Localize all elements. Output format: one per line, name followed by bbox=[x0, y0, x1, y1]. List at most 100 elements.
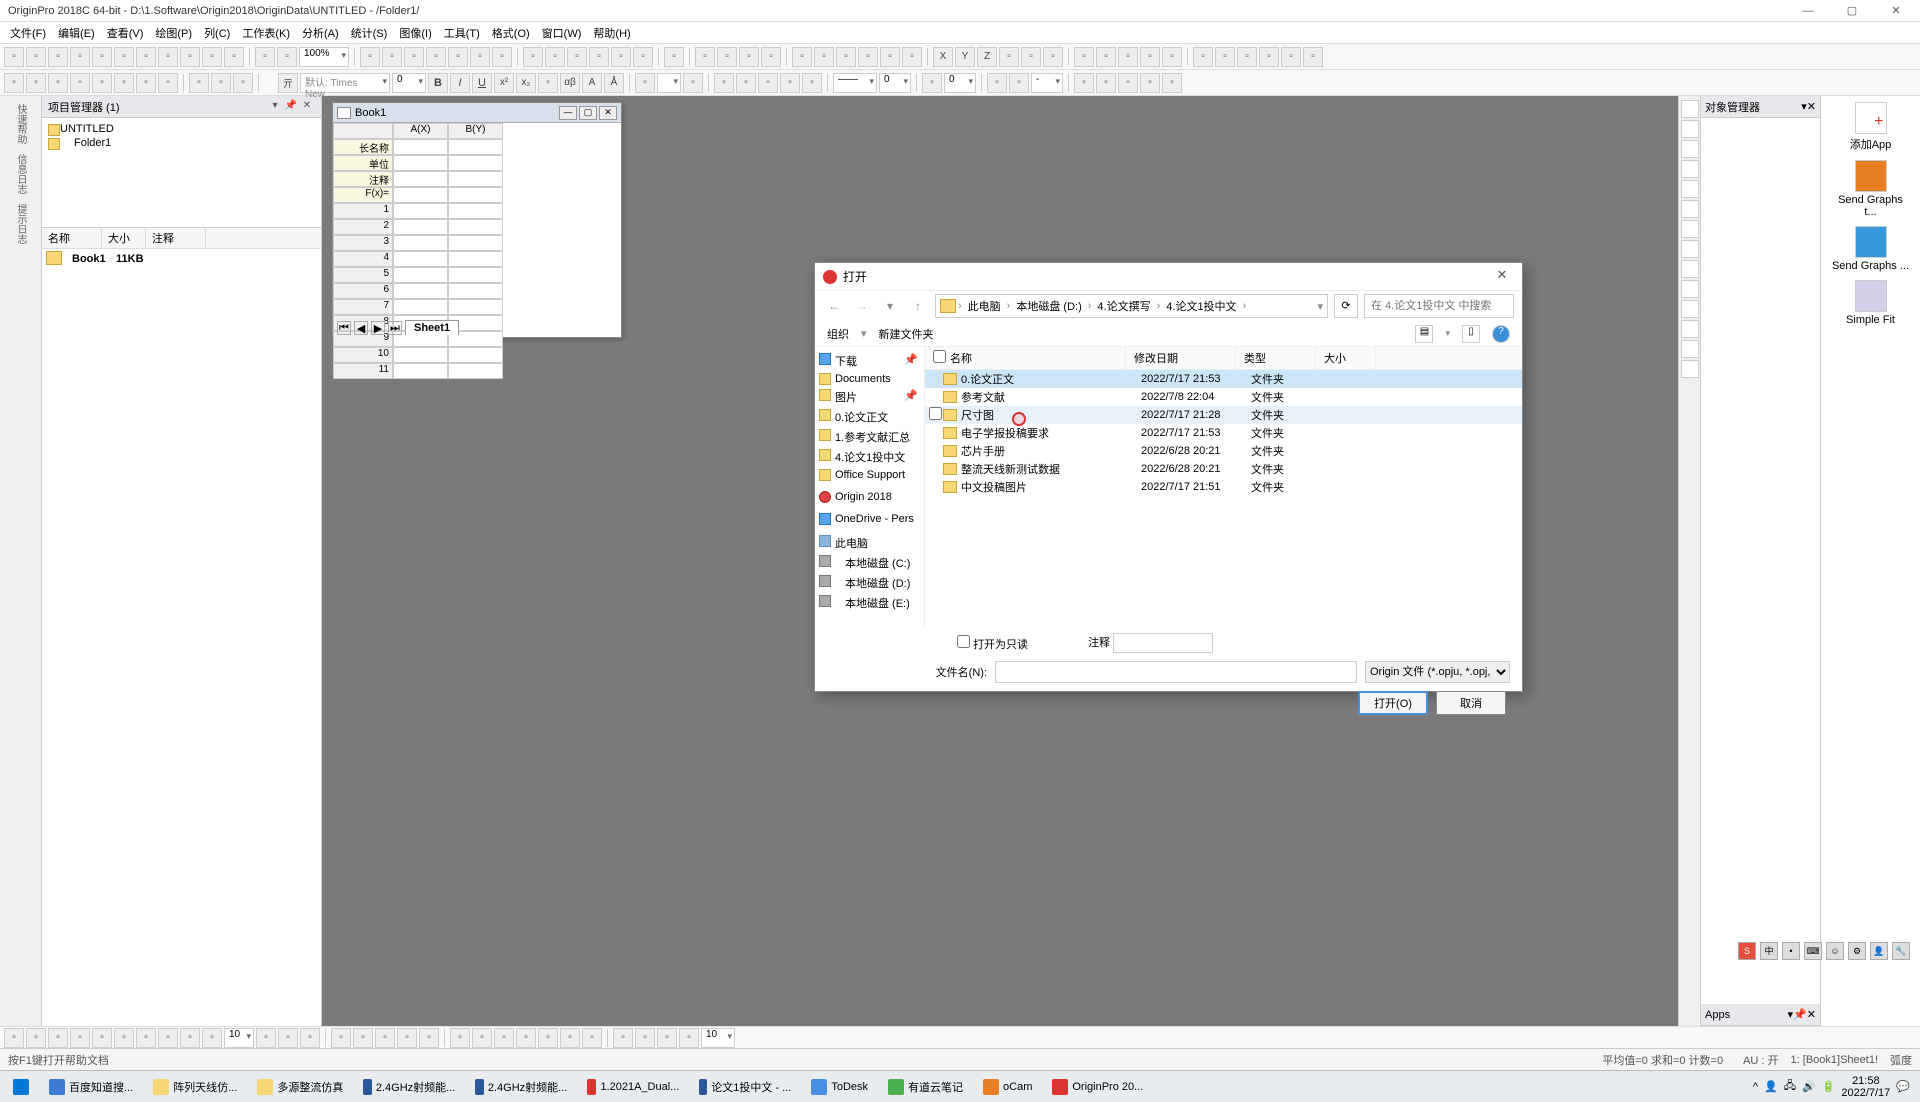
tb-btn4[interactable]: ▫ bbox=[70, 47, 90, 67]
nav-up-icon[interactable]: ↑ bbox=[907, 295, 929, 317]
tb2-5[interactable]: ▫ bbox=[92, 73, 112, 93]
col-date[interactable]: 修改日期 bbox=[1126, 347, 1236, 369]
sb-downloads[interactable]: 下载📌 bbox=[815, 351, 924, 371]
bc-drive[interactable]: 本地磁盘 (D:) bbox=[1012, 298, 1085, 314]
bt-24[interactable]: ▫ bbox=[560, 1028, 580, 1048]
combo4[interactable]: - bbox=[1031, 73, 1063, 93]
rt-btn9[interactable] bbox=[1681, 260, 1699, 278]
tb2-h2[interactable]: ▫ bbox=[987, 73, 1007, 93]
menu-image[interactable]: 图像(I) bbox=[393, 23, 437, 43]
rt-btn2[interactable] bbox=[1681, 120, 1699, 138]
tb-print-icon[interactable]: ▫ bbox=[224, 47, 244, 67]
tb-btn25[interactable]: ▫ bbox=[633, 47, 653, 67]
bt-12[interactable]: ▫ bbox=[278, 1028, 298, 1048]
tb-y-icon[interactable]: Y bbox=[955, 47, 975, 67]
tb-btn33[interactable]: ▫ bbox=[836, 47, 856, 67]
tb-btn50[interactable]: ▫ bbox=[1237, 47, 1257, 67]
bt-3[interactable]: ▫ bbox=[48, 1028, 68, 1048]
vlabel-info[interactable]: 信息日志 bbox=[13, 150, 28, 198]
sogou-icon[interactable]: S bbox=[1738, 942, 1756, 960]
bt-18[interactable]: ▫ bbox=[419, 1028, 439, 1048]
tb-btn17[interactable]: ▫ bbox=[448, 47, 468, 67]
bt-7[interactable]: ▫ bbox=[136, 1028, 156, 1048]
menu-file[interactable]: 文件(F) bbox=[4, 23, 52, 43]
task-ocam[interactable]: oCam bbox=[974, 1073, 1041, 1101]
bt-8[interactable]: ▫ bbox=[158, 1028, 178, 1048]
tb-btn19[interactable]: ▫ bbox=[492, 47, 512, 67]
rt-btn8[interactable] bbox=[1681, 240, 1699, 258]
tb-btn24[interactable]: ▫ bbox=[611, 47, 631, 67]
filename-input[interactable] bbox=[995, 661, 1357, 683]
font-combo[interactable]: 默认: Times New bbox=[300, 73, 390, 93]
tb2-4[interactable]: ▫ bbox=[70, 73, 90, 93]
task-folder1[interactable]: 阵列天线仿... bbox=[144, 1073, 246, 1101]
task-origin[interactable]: OriginPro 20... bbox=[1043, 1073, 1152, 1101]
tb-btn18[interactable]: ▫ bbox=[470, 47, 490, 67]
tb-btn41[interactable]: ▫ bbox=[1021, 47, 1041, 67]
tray-up-icon[interactable]: ^ bbox=[1753, 1081, 1758, 1093]
rt-btn13[interactable] bbox=[1681, 340, 1699, 358]
sb-drive-d[interactable]: 本地磁盘 (D:) bbox=[815, 573, 924, 593]
tab-nav-next[interactable]: ▶ bbox=[371, 321, 385, 335]
col-size[interactable]: 大小 bbox=[1316, 347, 1376, 369]
app-simplefit[interactable]: Simple Fit bbox=[1831, 280, 1911, 326]
tb-open-icon[interactable]: ▫ bbox=[26, 47, 46, 67]
sb-documents[interactable]: Documents bbox=[815, 371, 924, 387]
tb-btn7[interactable]: ▫ bbox=[136, 47, 156, 67]
tb2-8[interactable]: ▫ bbox=[158, 73, 178, 93]
menu-statistics[interactable]: 统计(S) bbox=[345, 23, 394, 43]
menu-format[interactable]: 格式(O) bbox=[486, 23, 536, 43]
bt-2[interactable]: ▫ bbox=[26, 1028, 46, 1048]
size-combo[interactable]: 0 bbox=[879, 73, 911, 93]
italic-icon[interactable]: I bbox=[450, 73, 470, 93]
sb-onedrive[interactable]: OneDrive - Pers bbox=[815, 511, 924, 527]
bt-5[interactable]: ▫ bbox=[92, 1028, 112, 1048]
pe-tree[interactable]: UNTITLED Folder1 bbox=[42, 118, 321, 228]
tray-notif-icon[interactable]: 💬 bbox=[1896, 1080, 1910, 1093]
sb-drive-e[interactable]: 本地磁盘 (E:) bbox=[815, 593, 924, 613]
col-header-b[interactable]: B(Y) bbox=[448, 123, 503, 139]
sb-f1[interactable]: 0.论文正文 bbox=[815, 407, 924, 427]
tb-btn15[interactable]: ▫ bbox=[404, 47, 424, 67]
bt-29[interactable]: ▫ bbox=[679, 1028, 699, 1048]
menu-column[interactable]: 列(C) bbox=[198, 23, 236, 43]
nav-back-icon[interactable]: ← bbox=[823, 295, 845, 317]
tb-btn12[interactable]: ▫ bbox=[277, 47, 297, 67]
rt-btn3[interactable] bbox=[1681, 140, 1699, 158]
tb-btn46[interactable]: ▫ bbox=[1140, 47, 1160, 67]
rt-btn1[interactable] bbox=[1681, 100, 1699, 118]
sheet-tab[interactable]: Sheet1 bbox=[405, 320, 459, 335]
tb-btn22[interactable]: ▫ bbox=[567, 47, 587, 67]
task-todesk[interactable]: ToDesk bbox=[802, 1073, 877, 1101]
minimize-button[interactable]: — bbox=[1792, 1, 1824, 21]
tb-btn51[interactable]: ▫ bbox=[1259, 47, 1279, 67]
file-row[interactable]: 参考文献2022/7/8 22:04文件夹 bbox=[925, 388, 1522, 406]
tb-btn48[interactable]: ▫ bbox=[1193, 47, 1213, 67]
pe-pin2-icon[interactable]: 📌 bbox=[283, 99, 299, 115]
tb-btn10[interactable]: ▫ bbox=[202, 47, 222, 67]
tb-btn47[interactable]: ▫ bbox=[1162, 47, 1182, 67]
menu-plot[interactable]: 绘图(P) bbox=[149, 23, 198, 43]
rt-btn14[interactable] bbox=[1681, 360, 1699, 378]
bt-20[interactable]: ▫ bbox=[472, 1028, 492, 1048]
view-mode-button[interactable]: ▤ bbox=[1415, 325, 1433, 343]
bt-26[interactable]: ▫ bbox=[613, 1028, 633, 1048]
file-list[interactable]: 名称 修改日期 类型 大小 0.论文正文2022/7/17 21:53文件夹 参… bbox=[925, 347, 1522, 627]
tb-btn29[interactable]: ▫ bbox=[739, 47, 759, 67]
rt-btn11[interactable] bbox=[1681, 300, 1699, 318]
menu-view[interactable]: 查看(V) bbox=[101, 23, 150, 43]
sb-f2[interactable]: 1.参考文献汇总 bbox=[815, 427, 924, 447]
breadcrumb[interactable]: › 此电脑 › 本地磁盘 (D:) › 4.论文撰写 › 4.论文1投中文 › … bbox=[935, 294, 1328, 318]
tb-btn23[interactable]: ▫ bbox=[589, 47, 609, 67]
obj-close-icon[interactable]: ✕ bbox=[1807, 100, 1816, 113]
pe-col-size[interactable]: 大小 bbox=[102, 228, 146, 248]
tab-nav-prev[interactable]: ◀ bbox=[354, 321, 368, 335]
menu-help[interactable]: 帮助(H) bbox=[587, 23, 636, 43]
app-add[interactable]: +添加App bbox=[1831, 102, 1911, 152]
dialog-close-button[interactable]: ✕ bbox=[1490, 267, 1514, 287]
dialog-sidebar[interactable]: 下载📌 Documents 图片📌 0.论文正文 1.参考文献汇总 4.论文1投… bbox=[815, 347, 925, 627]
tb2-f3[interactable]: A bbox=[582, 73, 602, 93]
filetype-select[interactable]: Origin 文件 (*.opju, *.opj, *.o bbox=[1365, 661, 1510, 683]
bt-27[interactable]: ▫ bbox=[635, 1028, 655, 1048]
tray-batt-icon[interactable]: 🔋 bbox=[1822, 1080, 1836, 1093]
